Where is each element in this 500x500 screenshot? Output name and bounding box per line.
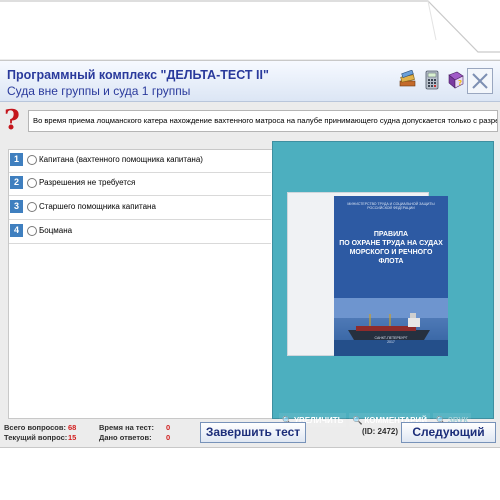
answer-label: Разрешения не требуется xyxy=(39,178,136,187)
answer-label: Старшего помощника капитана xyxy=(39,202,156,211)
answer-option-2[interactable]: 2 Разрешения не требуется xyxy=(9,173,271,196)
answer-label: Боцмана xyxy=(39,226,73,235)
status-footer: Всего вопросов: 68 Текущий вопрос: 15 Вр… xyxy=(0,417,500,447)
cover-title-line: ПРАВИЛА xyxy=(373,231,409,238)
app-title: Программный комплекс "ДЕЛЬТА-ТЕСТ II" xyxy=(7,68,269,82)
cover-city-text: САНКТ-ПЕТЕРБУРГ 2017 xyxy=(334,336,448,344)
answer-option-3[interactable]: 3 Старшего помощника капитана xyxy=(9,197,271,220)
answer-number-badge: 4 xyxy=(10,224,23,237)
question-text: Во время приема лоцманского катера нахож… xyxy=(28,110,498,132)
illustration-panel: МИНИСТЕРСТВО ТРУДА И СОЦИАЛЬНОЙ ЗАЩИТЫ Р… xyxy=(272,141,494,427)
svg-text:?: ? xyxy=(458,79,462,87)
answer-radio[interactable] xyxy=(27,202,37,212)
close-icon xyxy=(472,73,488,89)
total-questions-value: 68 xyxy=(68,423,77,432)
page-fold-decoration xyxy=(0,0,500,60)
ship-photo xyxy=(334,298,448,356)
cover-title-line: МОРСКОГО И РЕЧНОГО ФЛОТА xyxy=(349,249,433,265)
question-bar: ? Во время приема лоцманского катера нах… xyxy=(0,107,500,135)
answer-option-4[interactable]: 4 Боцмана xyxy=(9,221,271,244)
book-stack-icon[interactable] xyxy=(398,70,418,90)
calculator-icon[interactable] xyxy=(422,70,442,90)
question-id: (ID: 2472) xyxy=(362,427,399,436)
answer-label: Капитана (вахтенного помощника капитана) xyxy=(39,155,203,164)
book-cover: МИНИСТЕРСТВО ТРУДА И СОЦИАЛЬНОЙ ЗАЩИТЫ Р… xyxy=(334,196,448,356)
answer-list: 1 Капитана (вахтенного помощника капитан… xyxy=(8,149,273,419)
total-questions-label: Всего вопросов: xyxy=(4,423,66,432)
current-question-label: Текущий вопрос: xyxy=(4,433,68,442)
help-book-icon[interactable]: ? xyxy=(446,70,466,90)
cover-year: 2017 xyxy=(387,340,395,344)
question-mark-icon: ? xyxy=(4,105,20,136)
test-time-label: Время на тест: xyxy=(99,423,154,432)
test-time-value: 0 xyxy=(166,423,171,432)
answer-option-1[interactable]: 1 Капитана (вахтенного помощника капитан… xyxy=(9,150,271,173)
current-question-value: 15 xyxy=(68,433,77,442)
cover-title-line: ПО ОХРАНЕ ТРУДА НА СУДАХ xyxy=(339,240,443,247)
finish-test-button[interactable]: Завершить тест xyxy=(200,422,306,443)
test-category: Суда вне группы и суда 1 группы xyxy=(7,84,191,98)
window-header: Программный комплекс "ДЕЛЬТА-ТЕСТ II" Су… xyxy=(0,61,500,102)
next-question-button[interactable]: Следующий xyxy=(401,422,496,443)
test-window: Программный комплекс "ДЕЛЬТА-ТЕСТ II" Су… xyxy=(0,60,500,448)
answer-radio[interactable] xyxy=(27,226,37,236)
cover-ministry-text: МИНИСТЕРСТВО ТРУДА И СОЦИАЛЬНОЙ ЗАЩИТЫ Р… xyxy=(347,202,435,210)
answer-number-badge: 1 xyxy=(10,153,23,166)
answer-number-badge: 2 xyxy=(10,176,23,189)
answer-radio[interactable] xyxy=(27,155,37,165)
answers-given-value: 0 xyxy=(166,433,171,442)
close-button[interactable] xyxy=(467,68,493,94)
answer-radio[interactable] xyxy=(27,178,37,188)
answer-number-badge: 3 xyxy=(10,200,23,213)
cover-title: ПРАВИЛА ПО ОХРАНЕ ТРУДА НА СУДАХ МОРСКОГ… xyxy=(337,230,445,266)
book-image[interactable]: МИНИСТЕРСТВО ТРУДА И СОЦИАЛЬНОЙ ЗАЩИТЫ Р… xyxy=(287,192,448,356)
answers-given-label: Дано ответов: xyxy=(99,433,152,442)
